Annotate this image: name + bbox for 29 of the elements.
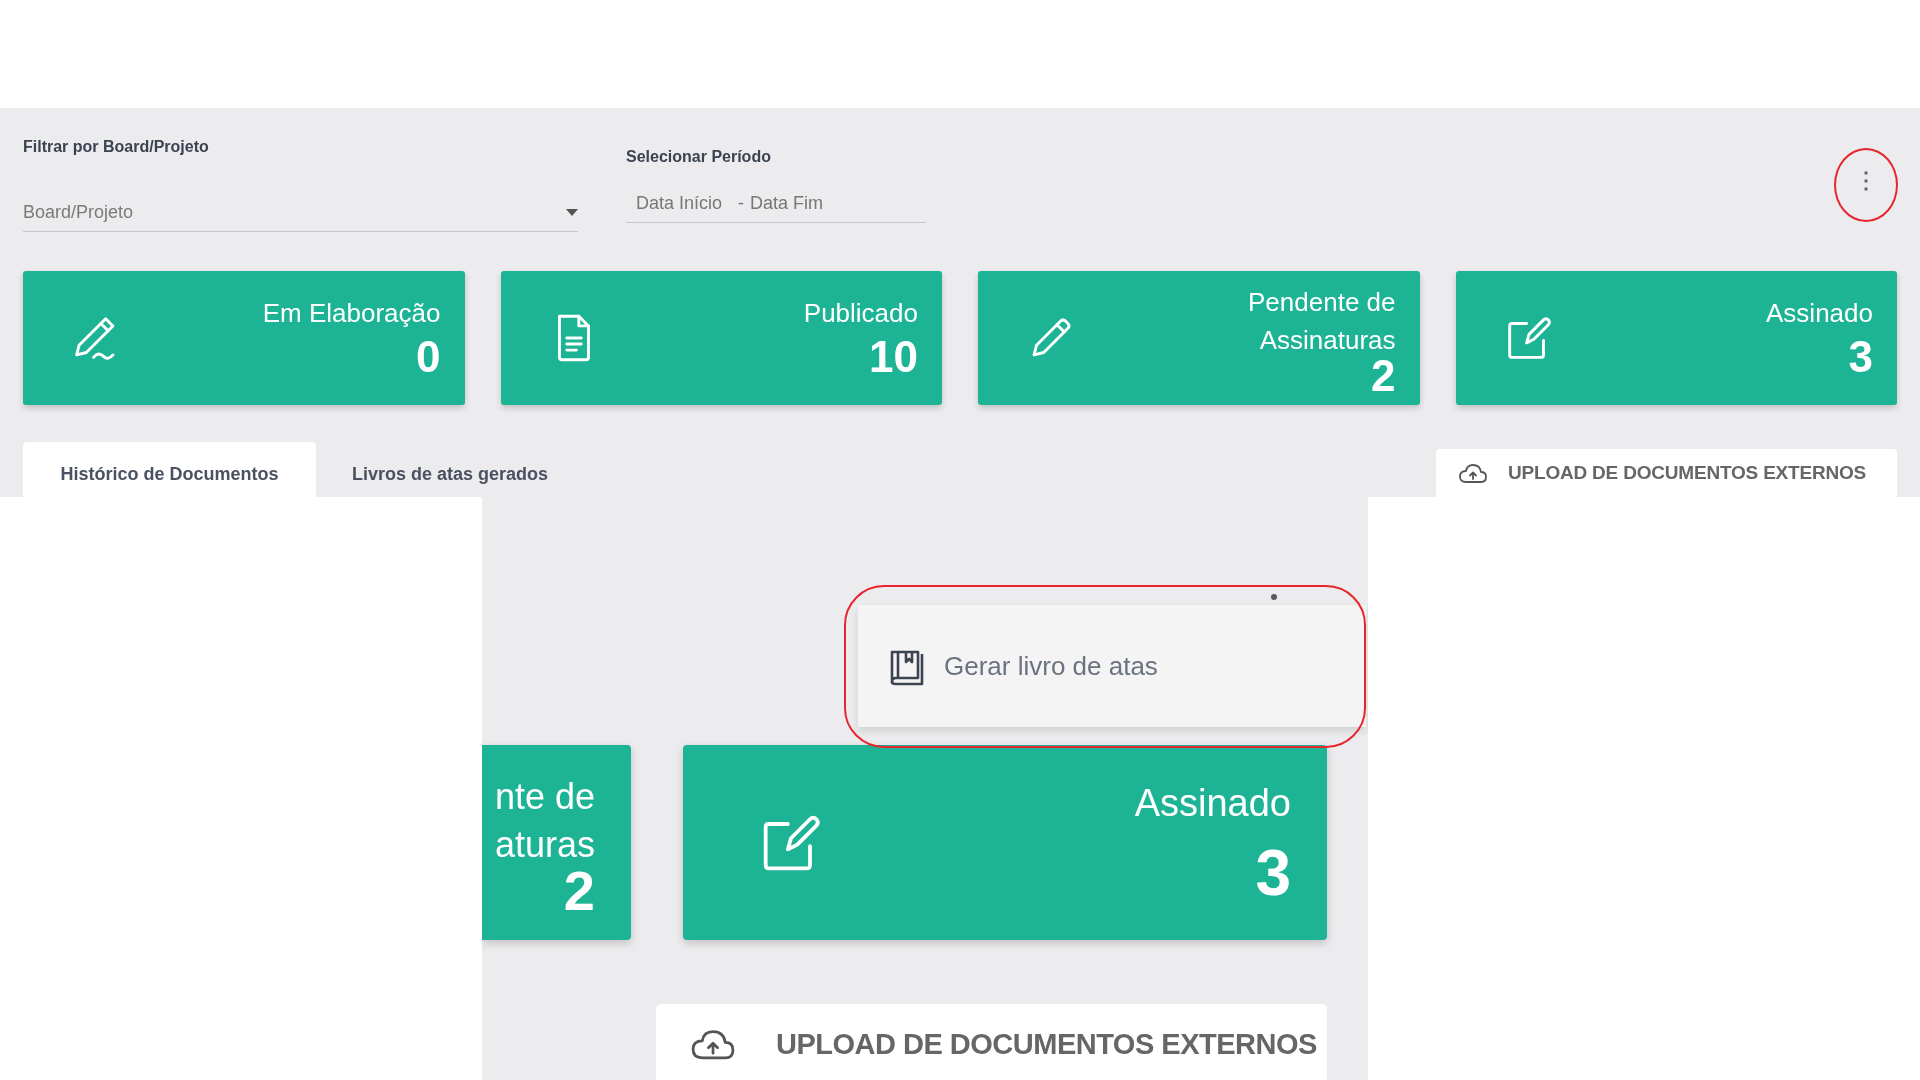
card-count: 10 (869, 332, 918, 382)
card-title: Pendente de Assinaturas (1247, 286, 1396, 357)
tab[interactable]: Histórico de Documentos (23, 442, 316, 497)
menu-item[interactable]: Gerar livro de atas (888, 646, 1158, 686)
cloud-upload-icon (690, 1027, 736, 1061)
period-label: Selecionar Período (626, 148, 772, 166)
start-date-field[interactable]: Data Início (636, 192, 736, 214)
tab[interactable]: Livros de atas gerados (316, 442, 584, 497)
cloud-upload-icon (1458, 462, 1488, 484)
card-title: aturas (494, 822, 595, 867)
card-count: 2 (1371, 359, 1396, 393)
card-title: Assinado (1134, 780, 1291, 826)
upload-button[interactable]: UPLOAD DE DOCUMENTOS EXTERNOS (1436, 449, 1897, 497)
date-separator: - (738, 192, 744, 214)
card-count: 3 (1848, 332, 1873, 382)
upload-button[interactable]: UPLOAD DE DOCUMENTOS EXTERNOS (656, 1004, 1327, 1080)
card-count: 0 (416, 332, 441, 382)
board-project-dropdown[interactable]: Board/Projeto (23, 194, 578, 232)
filter-label: Filtrar por Board/Projeto (23, 138, 210, 156)
card-count: 2 (563, 868, 595, 913)
more-vertical-icon (1864, 171, 1868, 191)
card-title: Publicado (803, 297, 918, 330)
card-count: 3 (1255, 835, 1291, 911)
card-title: nte de (494, 774, 595, 819)
card-title: Em Elaboração (262, 297, 441, 330)
end-date-field[interactable]: Data Fim (750, 192, 850, 214)
caret-icon (566, 209, 578, 216)
menu-dot (1271, 594, 1277, 600)
card-title: Assinado (1766, 297, 1873, 330)
